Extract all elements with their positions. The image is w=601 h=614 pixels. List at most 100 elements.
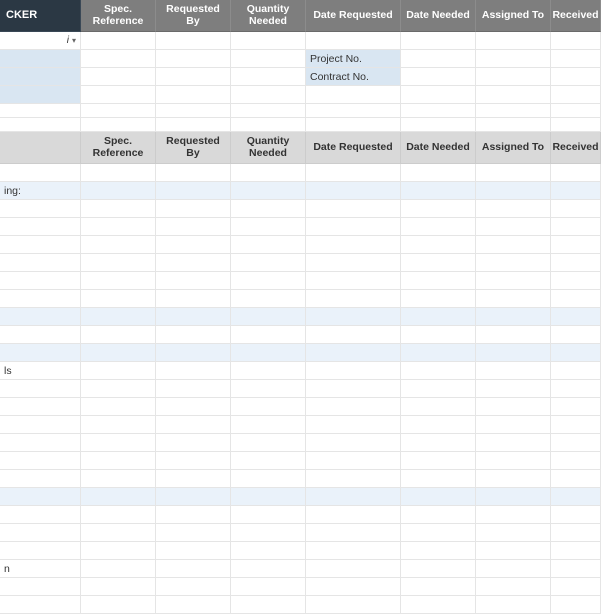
data-cell[interactable]: [156, 524, 231, 542]
data-cell[interactable]: [81, 452, 156, 470]
gap-cell[interactable]: [0, 118, 81, 132]
data-cell[interactable]: [401, 578, 476, 596]
data-cell[interactable]: [551, 362, 601, 380]
data-cell[interactable]: [156, 50, 231, 68]
section-cell[interactable]: [0, 308, 81, 326]
data-cell[interactable]: [156, 362, 231, 380]
data-cell[interactable]: [81, 542, 156, 560]
data-cell[interactable]: [231, 470, 306, 488]
data-cell[interactable]: [476, 218, 551, 236]
data-cell[interactable]: [306, 236, 401, 254]
data-cell[interactable]: [551, 416, 601, 434]
data-cell[interactable]: [401, 164, 476, 182]
data-cell[interactable]: [476, 398, 551, 416]
data-cell[interactable]: [231, 380, 306, 398]
data-cell[interactable]: [551, 236, 601, 254]
data-cell[interactable]: [551, 578, 601, 596]
project-no-value[interactable]: [401, 50, 476, 68]
col-received[interactable]: Received: [551, 0, 601, 32]
blue-cell-2[interactable]: [0, 68, 81, 86]
data-cell[interactable]: [231, 398, 306, 416]
data-cell[interactable]: [306, 416, 401, 434]
data-cell[interactable]: [231, 362, 306, 380]
col2-date-needed[interactable]: Date Needed: [401, 132, 476, 164]
data-cell[interactable]: [306, 470, 401, 488]
data-cell[interactable]: [476, 560, 551, 578]
data-cell[interactable]: [551, 470, 601, 488]
data-cell[interactable]: [401, 362, 476, 380]
gap-cell[interactable]: [81, 118, 156, 132]
data-cell[interactable]: [306, 86, 401, 104]
data-cell[interactable]: [551, 398, 601, 416]
section-cell[interactable]: [0, 488, 81, 506]
data-cell[interactable]: [81, 416, 156, 434]
data-cell[interactable]: [306, 578, 401, 596]
data-cell[interactable]: [231, 68, 306, 86]
data-cell[interactable]: [476, 326, 551, 344]
gap-cell[interactable]: [401, 118, 476, 132]
gap-cell[interactable]: [231, 104, 306, 118]
section-cell[interactable]: [231, 308, 306, 326]
filter-cell[interactable]: i ▾: [0, 32, 81, 50]
data-cell[interactable]: [306, 218, 401, 236]
data-cell[interactable]: [81, 578, 156, 596]
data-cell[interactable]: [231, 86, 306, 104]
data-cell[interactable]: [81, 434, 156, 452]
data-cell[interactable]: [81, 254, 156, 272]
data-cell[interactable]: [476, 362, 551, 380]
data-cell[interactable]: [156, 68, 231, 86]
col-date-needed[interactable]: Date Needed: [401, 0, 476, 32]
gap-cell[interactable]: [306, 104, 401, 118]
data-cell[interactable]: [401, 542, 476, 560]
data-cell[interactable]: [156, 506, 231, 524]
data-cell[interactable]: [231, 452, 306, 470]
data-cell[interactable]: [156, 398, 231, 416]
data-cell[interactable]: [81, 326, 156, 344]
col-assigned-to[interactable]: Assigned To: [476, 0, 551, 32]
section-cell[interactable]: [401, 488, 476, 506]
data-cell[interactable]: [156, 254, 231, 272]
col-quantity-needed[interactable]: Quantity Needed: [231, 0, 306, 32]
data-cell[interactable]: [81, 398, 156, 416]
data-cell[interactable]: [551, 560, 601, 578]
gap-cell[interactable]: [551, 118, 601, 132]
data-cell[interactable]: [0, 506, 81, 524]
data-cell[interactable]: [156, 560, 231, 578]
data-cell[interactable]: [401, 470, 476, 488]
filter-date-needed[interactable]: [401, 32, 476, 50]
filter-assigned-to[interactable]: [476, 32, 551, 50]
data-cell[interactable]: [306, 398, 401, 416]
data-cell[interactable]: [81, 506, 156, 524]
data-cell[interactable]: [0, 290, 81, 308]
section-cell[interactable]: [306, 182, 401, 200]
col2-received[interactable]: Received: [551, 132, 601, 164]
data-cell[interactable]: [231, 50, 306, 68]
data-cell[interactable]: [156, 86, 231, 104]
data-cell[interactable]: [156, 578, 231, 596]
filter-requested-by[interactable]: [156, 32, 231, 50]
data-cell[interactable]: [551, 380, 601, 398]
data-cell[interactable]: [306, 542, 401, 560]
data-cell[interactable]: [0, 434, 81, 452]
data-cell[interactable]: [476, 272, 551, 290]
data-cell[interactable]: [81, 380, 156, 398]
data-cell[interactable]: [401, 380, 476, 398]
gap-cell[interactable]: [551, 104, 601, 118]
data-cell[interactable]: [231, 578, 306, 596]
data-cell[interactable]: [306, 596, 401, 614]
data-cell[interactable]: [231, 506, 306, 524]
data-cell[interactable]: [551, 68, 601, 86]
data-cell[interactable]: [476, 416, 551, 434]
data-cell[interactable]: [476, 578, 551, 596]
data-cell[interactable]: [156, 164, 231, 182]
data-cell[interactable]: [231, 290, 306, 308]
filter-received[interactable]: [551, 32, 601, 50]
section-cell[interactable]: [551, 344, 601, 362]
data-cell[interactable]: [551, 200, 601, 218]
data-cell[interactable]: [0, 524, 81, 542]
data-cell[interactable]: [551, 506, 601, 524]
section-cell[interactable]: [81, 344, 156, 362]
gap-cell[interactable]: [156, 104, 231, 118]
data-cell[interactable]: [156, 290, 231, 308]
data-cell[interactable]: [401, 86, 476, 104]
